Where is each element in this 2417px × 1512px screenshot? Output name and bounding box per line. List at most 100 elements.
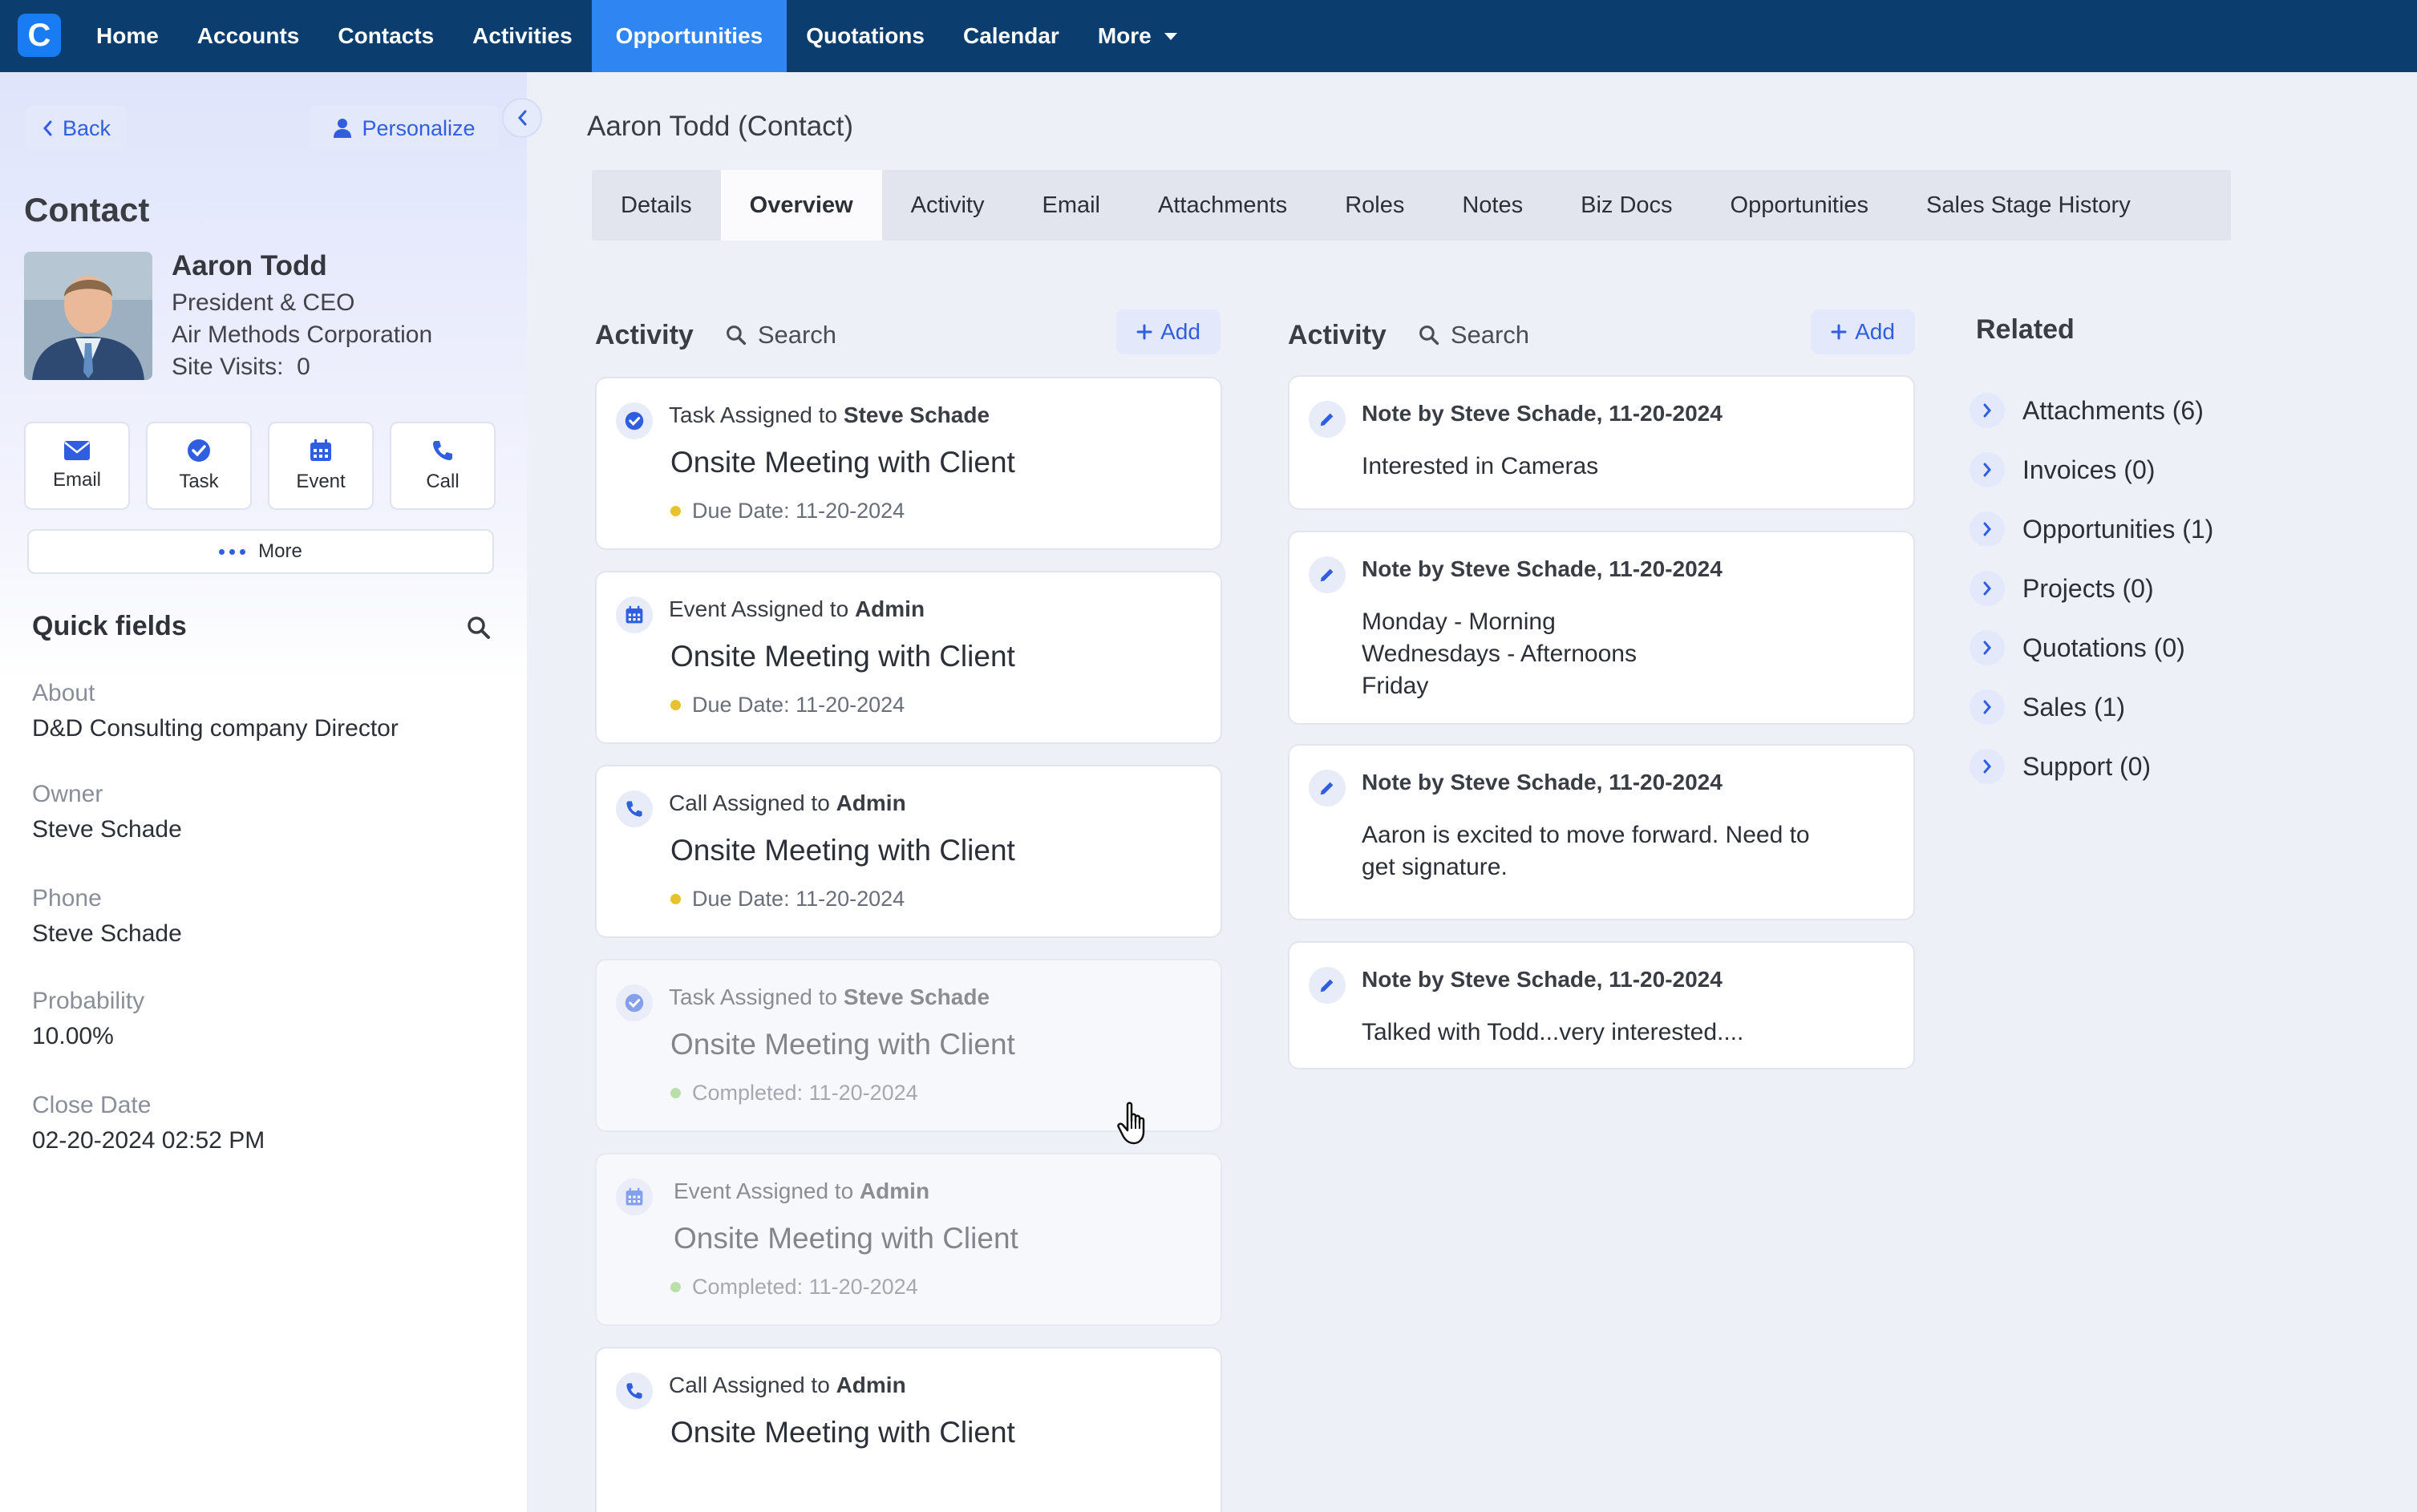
more-actions-button[interactable]: More xyxy=(27,529,494,574)
activity-assignee: Steve Schade xyxy=(843,402,990,427)
task-action-button[interactable]: Task xyxy=(146,422,252,510)
nav-contacts[interactable]: Contacts xyxy=(318,0,453,72)
quick-field-value[interactable]: Steve Schade xyxy=(32,920,182,948)
activity-card[interactable]: Call Assigned to Admin Onsite Meeting wi… xyxy=(595,765,1222,938)
quick-fields-search-button[interactable] xyxy=(467,616,491,640)
calendar-icon xyxy=(616,1178,653,1215)
tab-label: Attachments xyxy=(1158,192,1288,218)
nav-accounts[interactable]: Accounts xyxy=(178,0,319,72)
nav-more[interactable]: More xyxy=(1079,0,1196,72)
quick-field-label: Phone xyxy=(32,885,102,912)
quick-field-value[interactable]: D&D Consulting company Director xyxy=(32,715,399,742)
activity-card[interactable]: Task Assigned to Steve Schade Onsite Mee… xyxy=(595,377,1222,550)
pencil-icon xyxy=(1309,401,1346,438)
tab-attachments[interactable]: Attachments xyxy=(1129,170,1316,241)
nav-quotations[interactable]: Quotations xyxy=(787,0,944,72)
assigned-to-text: Assigned to xyxy=(707,1373,836,1397)
ellipsis-icon xyxy=(219,548,246,555)
related-attachments[interactable]: Attachments (6) xyxy=(1970,393,2204,428)
related-projects[interactable]: Projects (0) xyxy=(1970,571,2154,606)
user-icon xyxy=(334,119,352,138)
activity-card-completed[interactable]: Event Assigned to Admin Onsite Meeting w… xyxy=(595,1153,1222,1326)
activity-title: Onsite Meeting with Client xyxy=(670,1416,1015,1449)
related-sales[interactable]: Sales (1) xyxy=(1970,689,2125,725)
status-dot xyxy=(670,700,681,710)
nav-home[interactable]: Home xyxy=(77,0,178,72)
note-card[interactable]: Note by Steve Schade, 11-20-2024 Interes… xyxy=(1288,375,1915,510)
activity-search[interactable]: Search xyxy=(726,321,836,350)
note-author-date: by Steve Schade, 11-20-2024 xyxy=(1411,556,1723,581)
note-card[interactable]: Note by Steve Schade, 11-20-2024 Talked … xyxy=(1288,941,1915,1069)
task-check-icon xyxy=(616,984,653,1021)
activity-date: Due Date: 11-20-2024 xyxy=(692,693,905,717)
chevron-right-icon xyxy=(1970,452,2005,487)
status-dot xyxy=(670,1088,681,1098)
nav-activities[interactable]: Activities xyxy=(453,0,592,72)
top-navigation-bar: C Home Accounts Contacts Activities Oppo… xyxy=(0,0,2417,72)
event-action-button[interactable]: Event xyxy=(268,422,374,510)
add-note-button[interactable]: Add xyxy=(1811,309,1915,354)
back-button[interactable]: Back xyxy=(26,106,127,151)
note-line: Friday xyxy=(1362,673,1429,699)
collapse-sidebar-button[interactable] xyxy=(502,98,542,138)
related-opportunities[interactable]: Opportunities (1) xyxy=(1970,511,2213,547)
nav-accounts-label: Accounts xyxy=(196,23,300,48)
tab-label: Biz Docs xyxy=(1581,192,1673,218)
activity-assignee: Admin xyxy=(836,1373,906,1397)
quick-field-value[interactable]: 10.00% xyxy=(32,1023,144,1050)
notes-search[interactable]: Search xyxy=(1419,321,1529,350)
nav-opportunities[interactable]: Opportunities xyxy=(591,0,787,72)
call-action-button[interactable]: Call xyxy=(390,422,496,510)
activity-date: Due Date: 11-20-2024 xyxy=(692,499,905,523)
quick-field-label: About xyxy=(32,680,95,706)
nav-calendar[interactable]: Calendar xyxy=(944,0,1079,72)
activity-type: Event xyxy=(669,596,727,621)
contact-info: Aaron Todd President & CEO Air Methods C… xyxy=(172,250,432,383)
contact-title: President & CEO xyxy=(172,289,355,316)
nav-quotations-label: Quotations xyxy=(806,23,925,48)
app-logo[interactable]: C xyxy=(18,14,61,57)
tab-roles[interactable]: Roles xyxy=(1316,170,1433,241)
nav-calendar-label: Calendar xyxy=(962,23,1059,48)
status-dot xyxy=(670,1282,681,1292)
related-support[interactable]: Support (0) xyxy=(1970,749,2151,784)
note-prefix: Note xyxy=(1362,967,1412,992)
activity-type: Call xyxy=(669,1373,708,1397)
note-prefix: Note xyxy=(1362,770,1412,794)
tab-label: Activity xyxy=(910,192,985,218)
related-quotations[interactable]: Quotations (0) xyxy=(1970,630,2185,665)
activity-title: Onsite Meeting with Client xyxy=(670,834,1015,867)
tab-sales-stage-history[interactable]: Sales Stage History xyxy=(1897,170,2160,241)
tab-overview[interactable]: Overview xyxy=(720,170,882,241)
quick-field-label: Probability xyxy=(32,988,145,1014)
note-card[interactable]: Note by Steve Schade, 11-20-2024 Aaron i… xyxy=(1288,744,1915,920)
contact-name: Aaron Todd xyxy=(172,250,327,281)
notes-search-label: Search xyxy=(1450,321,1530,349)
activity-card-header: Task Assigned to Steve Schade xyxy=(669,984,990,1010)
tab-notes[interactable]: Notes xyxy=(1433,170,1552,241)
tab-opportunities[interactable]: Opportunities xyxy=(1702,170,1898,241)
tab-activity[interactable]: Activity xyxy=(882,170,1014,241)
nav-more-label: More xyxy=(1097,23,1152,48)
related-invoices[interactable]: Invoices (0) xyxy=(1970,452,2155,487)
email-action-button[interactable]: Email xyxy=(24,422,130,510)
quick-field-value[interactable]: Steve Schade xyxy=(32,816,182,843)
related-item-label: Quotations (0) xyxy=(2022,633,2185,662)
tab-details[interactable]: Details xyxy=(592,170,721,241)
quick-field-value[interactable]: 02-20-2024 02:52 PM xyxy=(32,1127,265,1154)
activity-card-header: Call Assigned to Admin xyxy=(669,1373,906,1398)
add-activity-button[interactable]: Add xyxy=(1116,309,1221,354)
tab-biz-docs[interactable]: Biz Docs xyxy=(1552,170,1701,241)
quick-field-owner: Owner Steve Schade xyxy=(32,781,182,843)
tab-email[interactable]: Email xyxy=(1013,170,1129,241)
personalize-button[interactable]: Personalize xyxy=(310,106,499,151)
note-line: Interested in Cameras xyxy=(1362,453,1599,479)
activity-card[interactable]: Call Assigned to Admin Onsite Meeting wi… xyxy=(595,1347,1222,1512)
note-card[interactable]: Note by Steve Schade, 11-20-2024 Monday … xyxy=(1288,531,1915,725)
contact-company[interactable]: Air Methods Corporation xyxy=(172,319,432,351)
assigned-to-text: Assigned to xyxy=(715,402,844,427)
note-line: Talked with Todd...very interested.... xyxy=(1362,1019,1744,1045)
calendar-icon xyxy=(310,439,331,461)
activity-card[interactable]: Event Assigned to Admin Onsite Meeting w… xyxy=(595,571,1222,744)
quick-fields-title: Quick fields xyxy=(32,611,187,641)
